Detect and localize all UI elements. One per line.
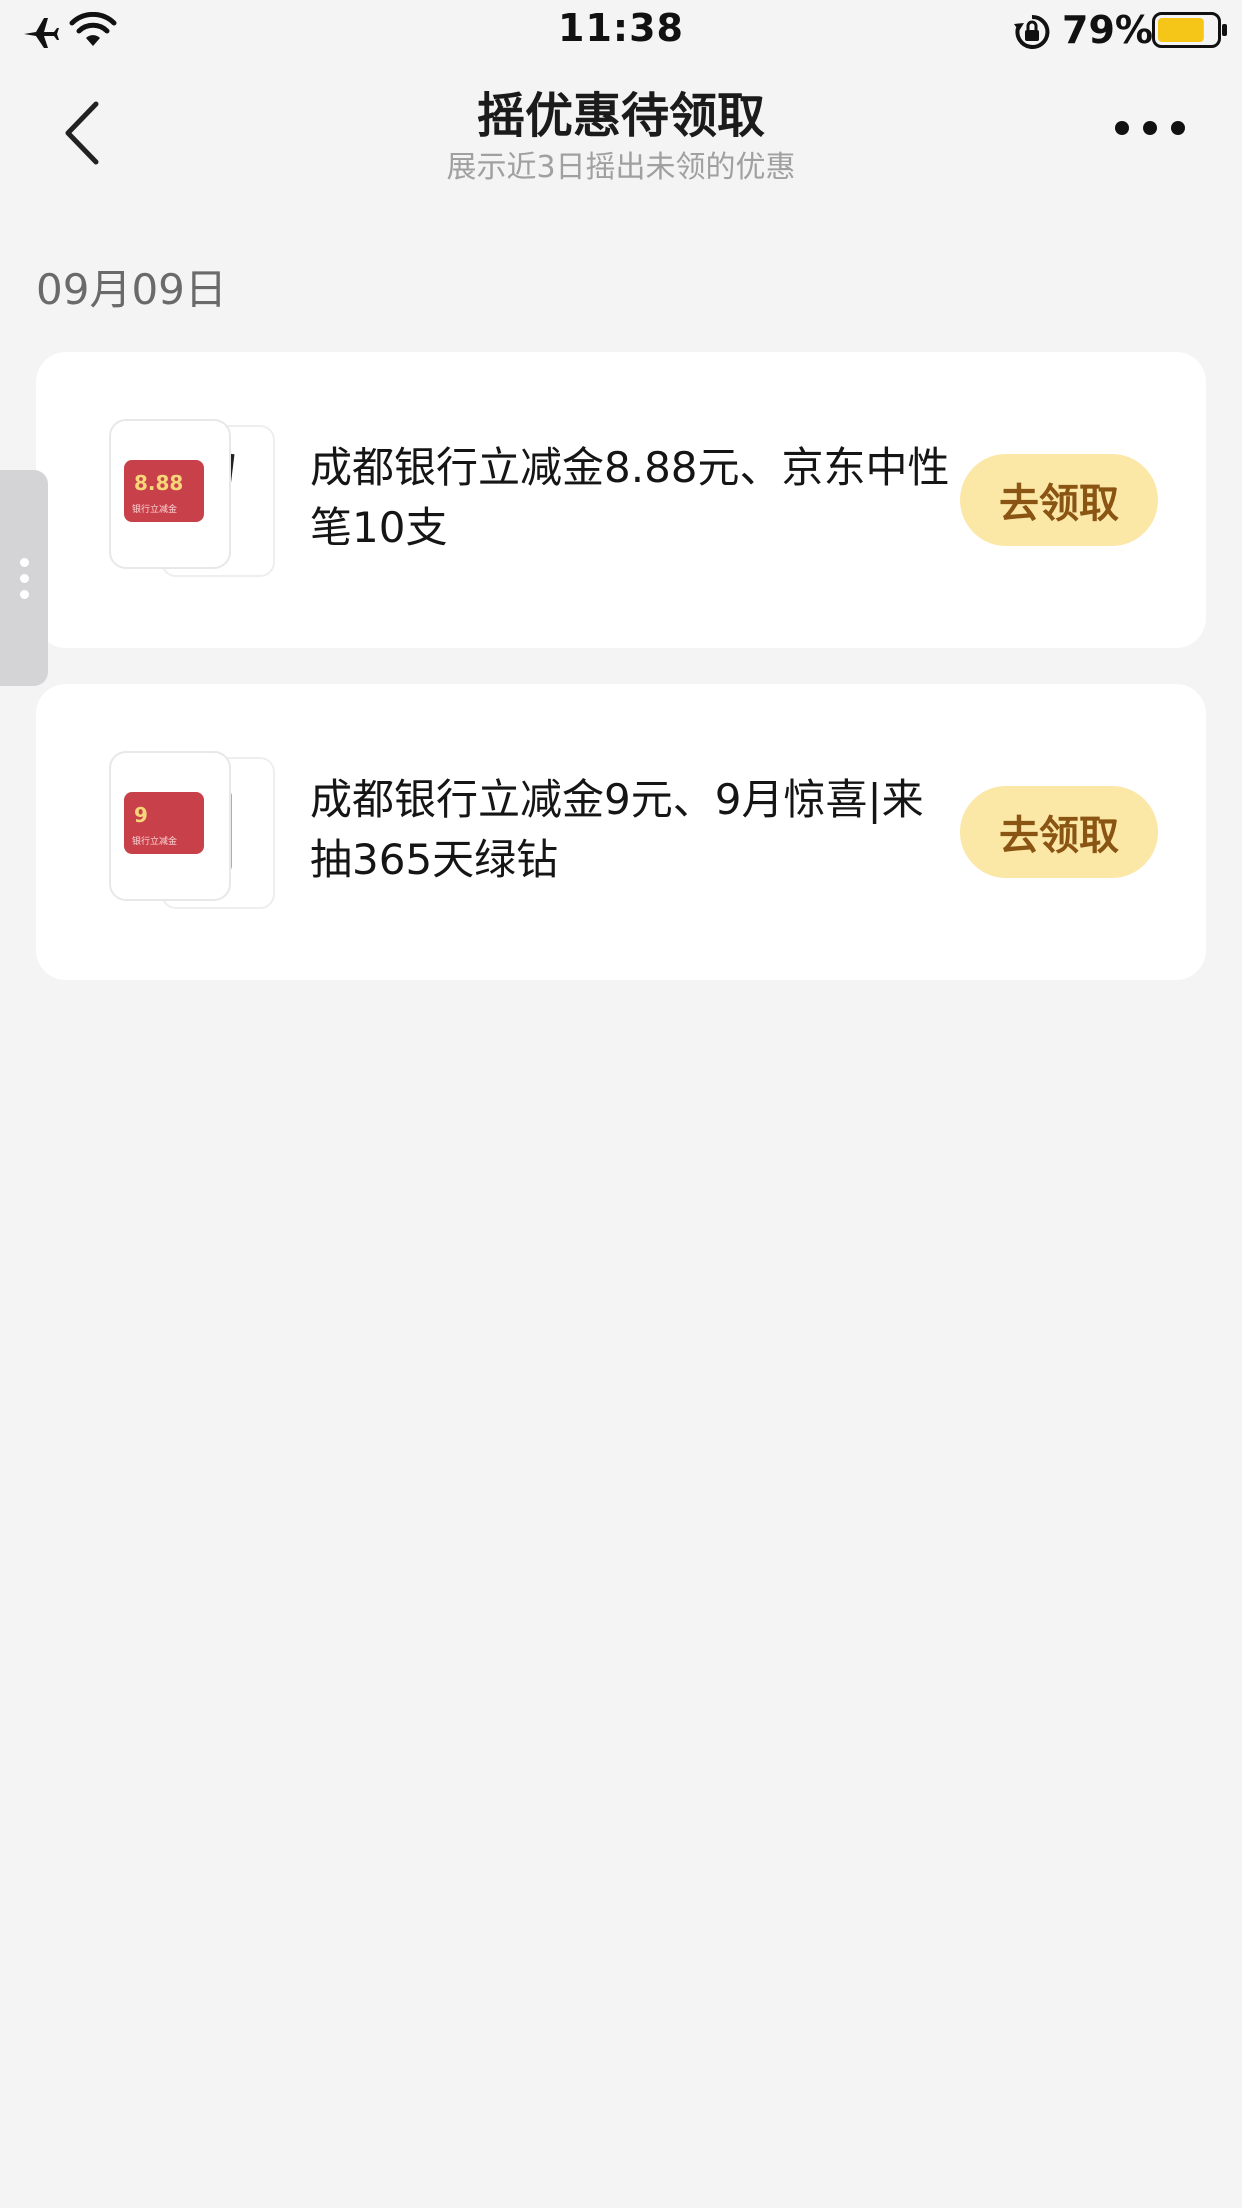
clock: 11:38 <box>558 6 684 50</box>
coupon-thumbnail-icon: 9 银行立减金 <box>109 751 275 909</box>
battery-icon <box>1152 12 1227 48</box>
claim-button[interactable]: 去领取 <box>960 786 1158 878</box>
coupon-caption: 银行立减金 <box>132 835 177 847</box>
offer-card: 9 银行立减金 成都银行立减金9元、9月惊喜|来抽365天绿钻 去领取 <box>36 684 1206 980</box>
coupon-amount: 9 <box>134 803 148 827</box>
coupon-thumbnail-icon: 8.88 银行立减金 <box>109 419 275 577</box>
orientation-lock-icon <box>1014 14 1050 49</box>
handle-dot <box>20 574 29 583</box>
offer-description: 成都银行立减金9元、9月惊喜|来抽365天绿钻 <box>310 775 924 884</box>
more-dots-icon[interactable] <box>1112 116 1188 140</box>
page-title: 摇优惠待领取 <box>476 88 765 144</box>
handle-dot <box>20 590 29 599</box>
offer-description: 成都银行立减金8.88元、京东中性笔10支 <box>310 443 950 552</box>
floating-side-handle[interactable] <box>0 470 48 686</box>
offer-card: 8.88 银行立减金 成都银行立减金8.88元、京东中性笔10支 去领取 <box>36 352 1206 648</box>
battery-percent: 79% <box>1062 8 1153 52</box>
page-subtitle: 展示近3日摇出未领的优惠 <box>446 150 796 185</box>
date-label: 09月09日 <box>36 265 227 314</box>
coupon-caption: 银行立减金 <box>132 503 177 515</box>
status-bar: 11:38 79% <box>0 0 1242 64</box>
coupon-amount: 8.88 <box>134 471 183 495</box>
navigation-bar: 摇优惠待领取 展示近3日摇出未领的优惠 <box>0 64 1242 194</box>
handle-dot <box>20 558 29 567</box>
claim-button[interactable]: 去领取 <box>960 454 1158 546</box>
